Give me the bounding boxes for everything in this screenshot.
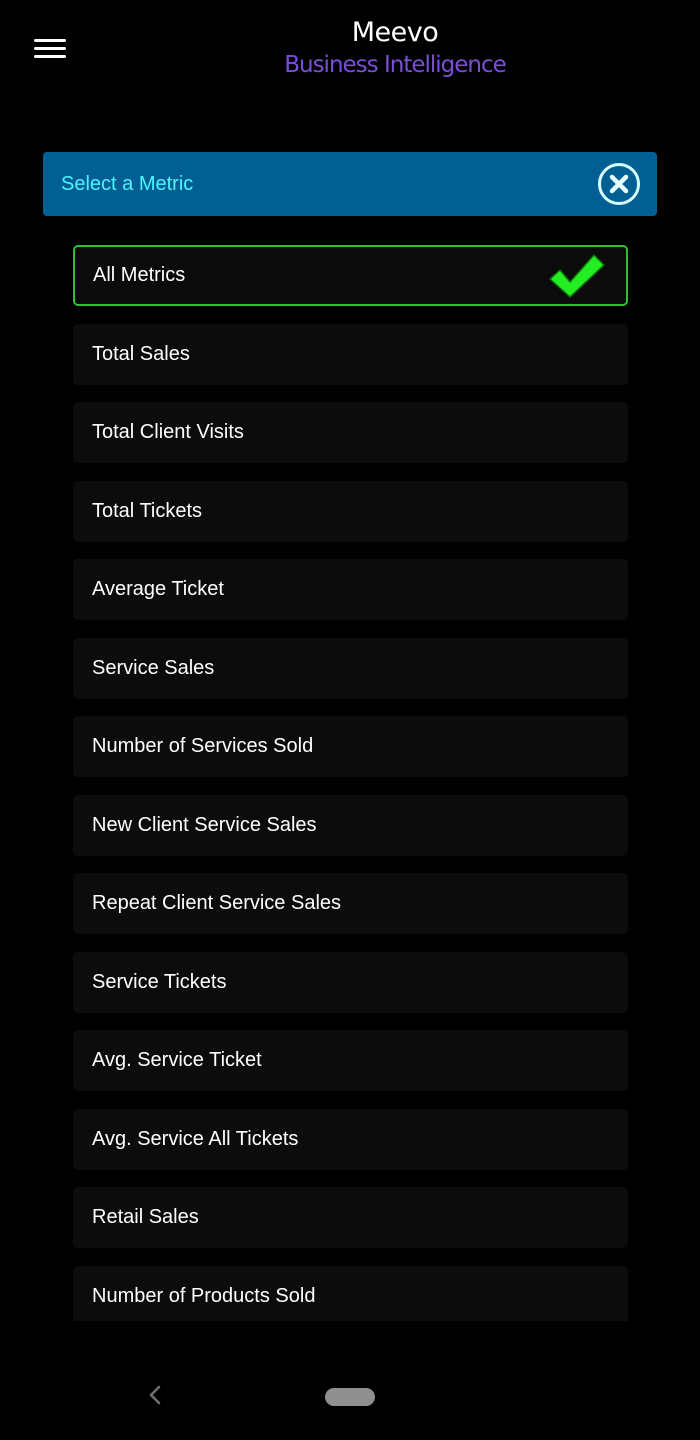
metric-item-label: Average Ticket — [92, 578, 224, 600]
metric-item-avg-service-ticket[interactable]: Avg. Service Ticket — [73, 1030, 628, 1091]
metric-item-label: Service Sales — [92, 656, 215, 679]
metric-item-service-tickets[interactable]: Service Tickets — [73, 951, 628, 1013]
close-circle-icon[interactable] — [597, 162, 641, 206]
app-screen: Meevo Business Intelligence Select a Met… — [0, 0, 700, 1440]
metric-item-retail-sales[interactable]: Retail Sales — [73, 1187, 628, 1248]
metric-item-label: All Metrics — [93, 264, 186, 286]
back-chevron-icon[interactable] — [140, 1380, 170, 1410]
metric-item-number-of-products-sold[interactable]: Number of Products Sold — [73, 1265, 628, 1321]
metric-item-label: Number of Services Sold — [92, 735, 314, 757]
menu-bar-bottom — [34, 55, 66, 58]
metric-item-label: Retail Sales — [92, 1206, 199, 1228]
metric-item-label: Service Tickets — [92, 970, 227, 993]
metric-item-average-ticket[interactable]: Average Ticket — [73, 559, 628, 620]
metric-item-service-sales[interactable]: Service Sales — [73, 637, 628, 699]
metric-item-label: Avg. Service All Tickets — [92, 1127, 299, 1150]
system-navigation-bar — [0, 1322, 700, 1440]
metric-item-label: Total Client Visits — [92, 421, 244, 443]
panel-title: Select a Metric — [61, 173, 194, 195]
metric-item-repeat-client-service-sales[interactable]: Repeat Client Service Sales — [73, 873, 628, 934]
metric-item-avg-service-all-tickets[interactable]: Avg. Service All Tickets — [73, 1108, 628, 1170]
menu-bar-middle — [34, 47, 66, 50]
metric-item-label: Avg. Service Ticket — [92, 1049, 262, 1071]
checkmark-icon — [546, 251, 606, 301]
app-header: Meevo Business Intelligence — [0, 0, 700, 110]
metric-list: All Metrics Total Sales Total Client Vis… — [73, 245, 628, 1321]
app-logo: Meevo Business Intelligence — [250, 14, 540, 94]
logo-brand-text: Meevo — [351, 17, 439, 48]
metric-selector-header: Select a Metric — [43, 152, 657, 216]
menu-bar-top — [34, 39, 66, 42]
metric-item-total-client-visits[interactable]: Total Client Visits — [73, 402, 628, 463]
metric-item-number-of-services-sold[interactable]: Number of Services Sold — [73, 716, 628, 777]
metric-item-label: Total Tickets — [92, 499, 203, 522]
hamburger-menu-icon[interactable] — [26, 28, 74, 70]
metric-item-total-sales[interactable]: Total Sales — [73, 323, 628, 385]
metric-item-all-metrics[interactable]: All Metrics — [73, 245, 628, 306]
metric-item-total-tickets[interactable]: Total Tickets — [73, 480, 628, 542]
home-pill-icon[interactable] — [325, 1388, 375, 1406]
logo-subtitle-text: Business Intelligence — [284, 52, 507, 78]
metric-item-label: Total Sales — [92, 342, 190, 365]
metric-item-label: Repeat Client Service Sales — [92, 892, 342, 914]
metric-item-label: Number of Products Sold — [92, 1284, 316, 1307]
metric-item-new-client-service-sales[interactable]: New Client Service Sales — [73, 794, 628, 856]
metric-item-label: New Client Service Sales — [92, 813, 317, 836]
